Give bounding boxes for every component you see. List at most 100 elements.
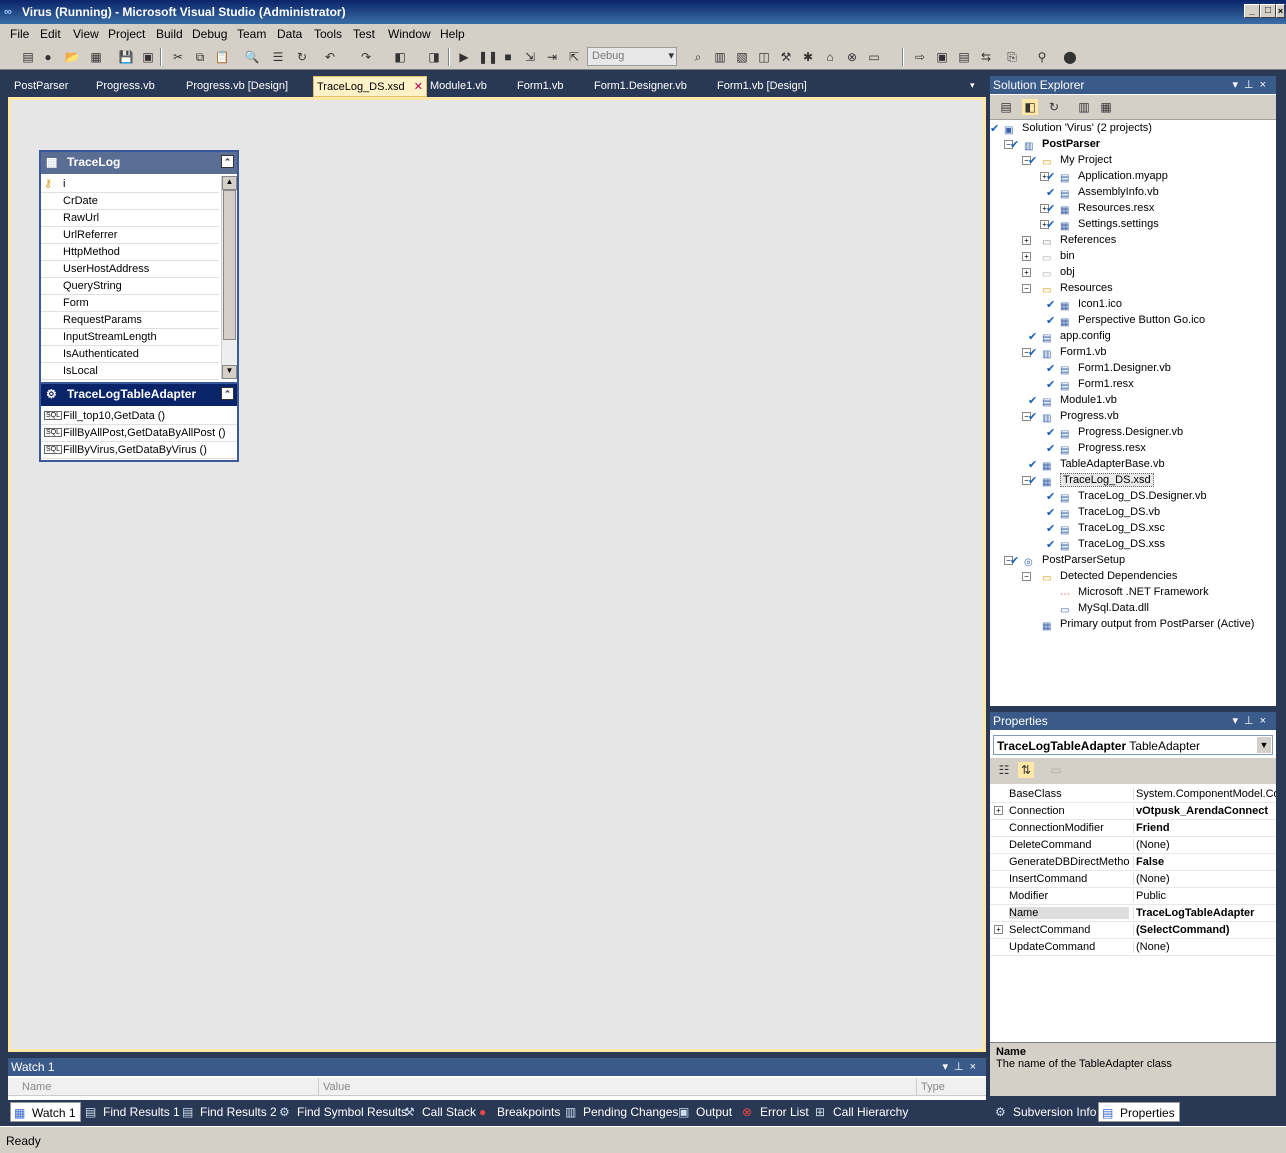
tab-output[interactable]: ▣ Output bbox=[675, 1102, 736, 1122]
tab-tracelog-ds-xsd[interactable]: TraceLog_DS.xsd ✕ bbox=[313, 76, 427, 97]
tab-form1-designer[interactable]: Form1.Designer.vb bbox=[594, 76, 687, 97]
tab-breakpoints[interactable]: ● Breakpoints bbox=[476, 1102, 564, 1122]
collapse-icon[interactable]: ⌃ bbox=[221, 387, 234, 400]
cut-icon[interactable]: ✂ bbox=[170, 49, 186, 65]
tab-progress-vb[interactable]: Progress.vb bbox=[96, 76, 155, 97]
col-name[interactable]: Name bbox=[22, 1081, 51, 1093]
find-in-files-icon[interactable]: ⌕ bbox=[690, 49, 706, 65]
navigate-backward-icon[interactable]: ◧ bbox=[392, 49, 408, 65]
prop-row[interactable]: Name TraceLogTableAdapter bbox=[990, 905, 1276, 922]
tab-properties[interactable]: ▤ Properties bbox=[1098, 1102, 1180, 1122]
tableadapter-tracelog[interactable]: ⚙ TraceLogTableAdapter ⌃ SQL Fill_top10,G… bbox=[39, 382, 239, 462]
class-view-icon[interactable]: ✱ bbox=[800, 49, 816, 65]
toolbox-icon[interactable]: ⚒ bbox=[778, 49, 794, 65]
command-window-icon[interactable]: ▣ bbox=[934, 49, 950, 65]
step-out-icon[interactable]: ⇱ bbox=[566, 49, 582, 65]
window-controls-icon[interactable]: ▾⊥× bbox=[1232, 714, 1272, 727]
chevron-down-icon[interactable]: ▼ bbox=[1257, 737, 1271, 753]
tree-progress-designer[interactable]: ✔ ▤ Progress.Designer.vb bbox=[1046, 426, 1183, 442]
close-tab-icon[interactable]: ✕ bbox=[414, 80, 423, 93]
prop-row[interactable]: BaseClass System.ComponentModel.Com bbox=[990, 786, 1276, 803]
show-all-files-icon[interactable]: ◧ bbox=[1022, 99, 1038, 115]
collapse-icon[interactable]: − bbox=[1022, 572, 1031, 581]
menu-data[interactable]: Data bbox=[277, 27, 302, 41]
column-row[interactable]: IsLocal bbox=[41, 363, 219, 380]
tree-form1-resx[interactable]: ✔ ▤ Form1.resx bbox=[1046, 378, 1134, 394]
stop-debugging-icon[interactable]: ■ bbox=[500, 49, 516, 65]
column-row[interactable]: UrlReferrer bbox=[41, 227, 219, 244]
tree-my-project[interactable]: − ✔ ▭ My Project bbox=[1022, 154, 1112, 170]
tree-bin[interactable]: + ▭ bin bbox=[1022, 250, 1075, 266]
expand-icon[interactable]: + bbox=[994, 806, 1003, 815]
menu-help[interactable]: Help bbox=[440, 27, 465, 41]
tree-tracelog-designer[interactable]: ✔ ▤ TraceLog_DS.Designer.vb bbox=[1046, 490, 1207, 506]
tab-find-results-1[interactable]: ▤ Find Results 1 bbox=[82, 1102, 184, 1122]
tree-references[interactable]: + ▭ References bbox=[1022, 234, 1116, 250]
tab-progress-design[interactable]: Progress.vb [Design] bbox=[186, 76, 288, 97]
column-row[interactable]: InputStreamLength bbox=[41, 329, 219, 346]
tree-form1-vb[interactable]: − ✔ ▥ Form1.vb bbox=[1022, 346, 1106, 362]
tree-application-myapp[interactable]: + ✔ ▤ Application.myapp bbox=[1040, 170, 1168, 186]
tree-tracelog-vb[interactable]: ✔ ▤ TraceLog_DS.vb bbox=[1046, 506, 1160, 522]
comment-icon[interactable]: ☰ bbox=[270, 49, 286, 65]
tree-dotnet-framework[interactable]: ⋯ Microsoft .NET Framework bbox=[1060, 586, 1209, 602]
scroll-down-icon[interactable]: ▼ bbox=[222, 365, 237, 379]
menu-test[interactable]: Test bbox=[353, 27, 375, 41]
uncomment-icon[interactable]: ↻ bbox=[294, 49, 310, 65]
open-folder-icon[interactable]: 📂 bbox=[64, 49, 80, 65]
tree-resources-resx[interactable]: + ✔ ▦ Resources.resx bbox=[1040, 202, 1154, 218]
menu-team[interactable]: Team bbox=[237, 27, 266, 41]
save-icon[interactable]: 💾 bbox=[118, 49, 134, 65]
pin-icon[interactable]: ⚲ bbox=[1034, 49, 1050, 65]
column-row[interactable]: IsAuthenticated bbox=[41, 346, 219, 363]
property-pages-icon[interactable]: ▭ bbox=[1048, 762, 1064, 778]
object-browser-icon[interactable]: ◫ bbox=[756, 49, 772, 65]
tree-tracelog-xss[interactable]: ✔ ▤ TraceLog_DS.xss bbox=[1046, 538, 1165, 554]
expand-icon[interactable]: + bbox=[1022, 252, 1031, 261]
save-all-icon[interactable]: ▣ bbox=[140, 49, 156, 65]
tab-overflow-chevron-icon[interactable]: ▾ bbox=[970, 76, 975, 97]
categorized-icon[interactable]: ☷ bbox=[996, 762, 1012, 778]
collapse-icon[interactable]: − bbox=[1022, 284, 1031, 293]
tab-error-list[interactable]: ⊗ Error List bbox=[739, 1102, 813, 1122]
tree-app-config[interactable]: ✔ ▤ app.config bbox=[1028, 330, 1111, 346]
tab-call-stack[interactable]: ⚒ Call Stack bbox=[401, 1102, 480, 1122]
query-row[interactable]: SQL FillByAllPost,GetDataByAllPost () bbox=[41, 425, 237, 442]
output-window-icon[interactable]: ▭ bbox=[866, 49, 882, 65]
tab-form1-vb[interactable]: Form1.vb bbox=[517, 76, 563, 97]
alphabetical-icon[interactable]: ⇅ bbox=[1018, 762, 1034, 778]
server-explorer-icon[interactable]: ⇆ bbox=[978, 49, 994, 65]
column-row[interactable]: UserHostAddress bbox=[41, 261, 219, 278]
tableadapter-header[interactable]: ⚙ TraceLogTableAdapter ⌃ bbox=[41, 384, 237, 406]
paste-icon[interactable]: 📋 bbox=[214, 49, 230, 65]
tree-primary-output[interactable]: ▦ Primary output from PostParser (Active) bbox=[1042, 618, 1254, 634]
tab-find-symbol-results[interactable]: ⚙ Find Symbol Results bbox=[276, 1102, 411, 1122]
column-row[interactable]: RequestParams bbox=[41, 312, 219, 329]
menu-debug[interactable]: Debug bbox=[192, 27, 227, 41]
scroll-thumb[interactable] bbox=[223, 190, 236, 340]
tab-find-results-2[interactable]: ▤ Find Results 2 bbox=[179, 1102, 281, 1122]
start-page-icon[interactable]: ⌂ bbox=[822, 49, 838, 65]
object-selector[interactable]: TraceLogTableAdapter TableAdapter ▼ bbox=[993, 735, 1273, 755]
close-window-button[interactable]: × bbox=[1276, 4, 1285, 18]
maximize-button[interactable]: □ bbox=[1260, 4, 1276, 18]
tree-project-postparser[interactable]: − ✔ ▥ PostParser bbox=[1004, 138, 1100, 154]
menu-edit[interactable]: Edit bbox=[40, 27, 61, 41]
tree-progress-resx[interactable]: ✔ ▤ Progress.resx bbox=[1046, 442, 1146, 458]
navigate-forward-icon[interactable]: ◨ bbox=[426, 49, 442, 65]
col-value[interactable]: Value bbox=[318, 1078, 354, 1096]
prop-row[interactable]: InsertCommand (None) bbox=[990, 871, 1276, 888]
tree-module1[interactable]: ✔ ▤ Module1.vb bbox=[1028, 394, 1117, 410]
properties-icon[interactable]: ▤ bbox=[998, 99, 1014, 115]
column-row[interactable]: Form bbox=[41, 295, 219, 312]
tree-detected-dependencies[interactable]: − ▭ Detected Dependencies bbox=[1022, 570, 1177, 586]
tree-solution[interactable]: ✔ ▣ Solution 'Virus' (2 projects) bbox=[990, 122, 1152, 138]
dataset-designer-surface[interactable]: ▦ TraceLog ⌃ ⚷ i CrDate RawUrl UrlReferre… bbox=[8, 97, 986, 1052]
prop-row[interactable]: UpdateCommand (None) bbox=[990, 939, 1276, 956]
tree-icon1-ico[interactable]: ✔ ▦ Icon1.ico bbox=[1046, 298, 1122, 314]
tab-watch1[interactable]: ▦ Watch 1 bbox=[10, 1102, 81, 1122]
tree-project-postparsersetup[interactable]: − ✔ ◎ PostParserSetup bbox=[1004, 554, 1125, 570]
window-controls-icon[interactable]: ▾⊥× bbox=[1232, 78, 1272, 91]
tree-form1-designer[interactable]: ✔ ▤ Form1.Designer.vb bbox=[1046, 362, 1171, 378]
minimize-button[interactable]: _ bbox=[1244, 4, 1260, 18]
